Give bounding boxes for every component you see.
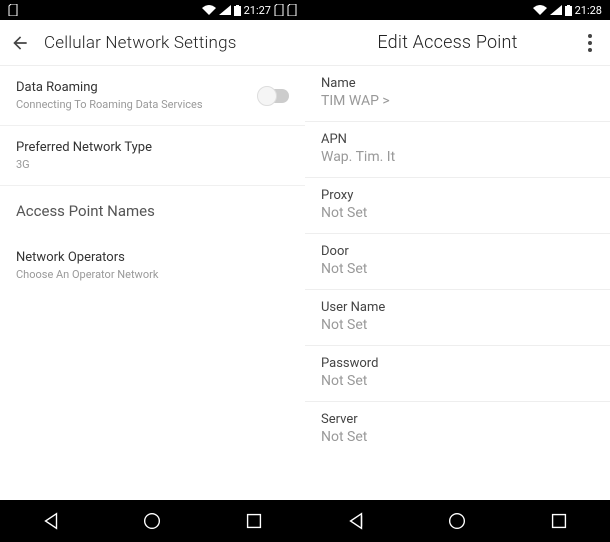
sim-icon-3 bbox=[287, 4, 297, 16]
field-apn[interactable]: APN Wap. Tim. It bbox=[305, 122, 610, 178]
roaming-label: Data Roaming bbox=[16, 80, 289, 95]
apn-row[interactable]: Access Point Names bbox=[0, 186, 305, 236]
sim-icon-2 bbox=[274, 4, 284, 16]
status-time: 21:27 bbox=[244, 4, 271, 17]
signal-icon bbox=[219, 5, 231, 15]
field-door[interactable]: Door Not Set bbox=[305, 234, 610, 290]
battery-icon bbox=[565, 5, 572, 16]
status-bar-right: 21:28 bbox=[305, 0, 610, 20]
network-type-value: 3G bbox=[16, 158, 289, 171]
nav-home-icon[interactable] bbox=[141, 510, 163, 532]
field-name[interactable]: Name TIM WAP > bbox=[305, 66, 610, 122]
sim-icon bbox=[8, 4, 18, 16]
apn-label: Access Point Names bbox=[16, 202, 155, 220]
field-apn-label: APN bbox=[321, 132, 594, 147]
left-panel: 21:27 Cellular Network Settings Data Roa… bbox=[0, 0, 305, 542]
wifi-icon bbox=[533, 5, 547, 15]
roaming-sub: Connecting To Roaming Data Services bbox=[16, 98, 289, 111]
field-username-label: User Name bbox=[321, 300, 594, 315]
battery-icon bbox=[234, 5, 241, 16]
field-username[interactable]: User Name Not Set bbox=[305, 290, 610, 346]
field-door-label: Door bbox=[321, 244, 594, 259]
status-bar-left: 21:27 bbox=[0, 0, 305, 20]
field-name-label: Name bbox=[321, 76, 594, 91]
nav-home-icon[interactable] bbox=[446, 510, 468, 532]
field-proxy[interactable]: Proxy Not Set bbox=[305, 178, 610, 234]
field-door-value: Not Set bbox=[321, 261, 594, 277]
field-server[interactable]: Server Not Set bbox=[305, 402, 610, 457]
signal-icon bbox=[550, 5, 562, 15]
page-title: Cellular Network Settings bbox=[44, 33, 295, 53]
field-password-value: Not Set bbox=[321, 373, 594, 389]
network-type-row[interactable]: Preferred Network Type 3G bbox=[0, 126, 305, 186]
nav-recent-icon[interactable] bbox=[548, 510, 570, 532]
operators-label: Network Operators bbox=[16, 250, 289, 265]
page-title: Edit Access Point bbox=[315, 32, 580, 53]
back-icon[interactable] bbox=[10, 33, 30, 53]
nav-back-icon[interactable] bbox=[345, 510, 367, 532]
field-password[interactable]: Password Not Set bbox=[305, 346, 610, 402]
field-proxy-value: Not Set bbox=[321, 205, 594, 221]
wifi-icon bbox=[202, 5, 216, 15]
overflow-menu-icon[interactable] bbox=[580, 34, 600, 52]
title-bar-right: Edit Access Point bbox=[305, 20, 610, 66]
field-password-label: Password bbox=[321, 356, 594, 371]
title-bar-left: Cellular Network Settings bbox=[0, 20, 305, 66]
nav-bar-left bbox=[0, 500, 305, 542]
field-proxy-label: Proxy bbox=[321, 188, 594, 203]
nav-bar-right bbox=[305, 500, 610, 542]
field-apn-value: Wap. Tim. It bbox=[321, 149, 594, 165]
roaming-toggle[interactable] bbox=[259, 89, 289, 103]
right-panel: 21:28 Edit Access Point Name TIM WAP > A… bbox=[305, 0, 610, 542]
field-name-value: TIM WAP > bbox=[321, 93, 594, 109]
field-server-value: Not Set bbox=[321, 429, 594, 445]
field-username-value: Not Set bbox=[321, 317, 594, 333]
status-time: 21:28 bbox=[575, 4, 602, 17]
nav-back-icon[interactable] bbox=[40, 510, 62, 532]
roaming-row[interactable]: Data Roaming Connecting To Roaming Data … bbox=[0, 66, 305, 126]
field-server-label: Server bbox=[321, 412, 594, 427]
operators-sub: Choose An Operator Network bbox=[16, 268, 289, 281]
network-type-label: Preferred Network Type bbox=[16, 140, 289, 155]
nav-recent-icon[interactable] bbox=[243, 510, 265, 532]
operators-row[interactable]: Network Operators Choose An Operator Net… bbox=[0, 236, 305, 283]
